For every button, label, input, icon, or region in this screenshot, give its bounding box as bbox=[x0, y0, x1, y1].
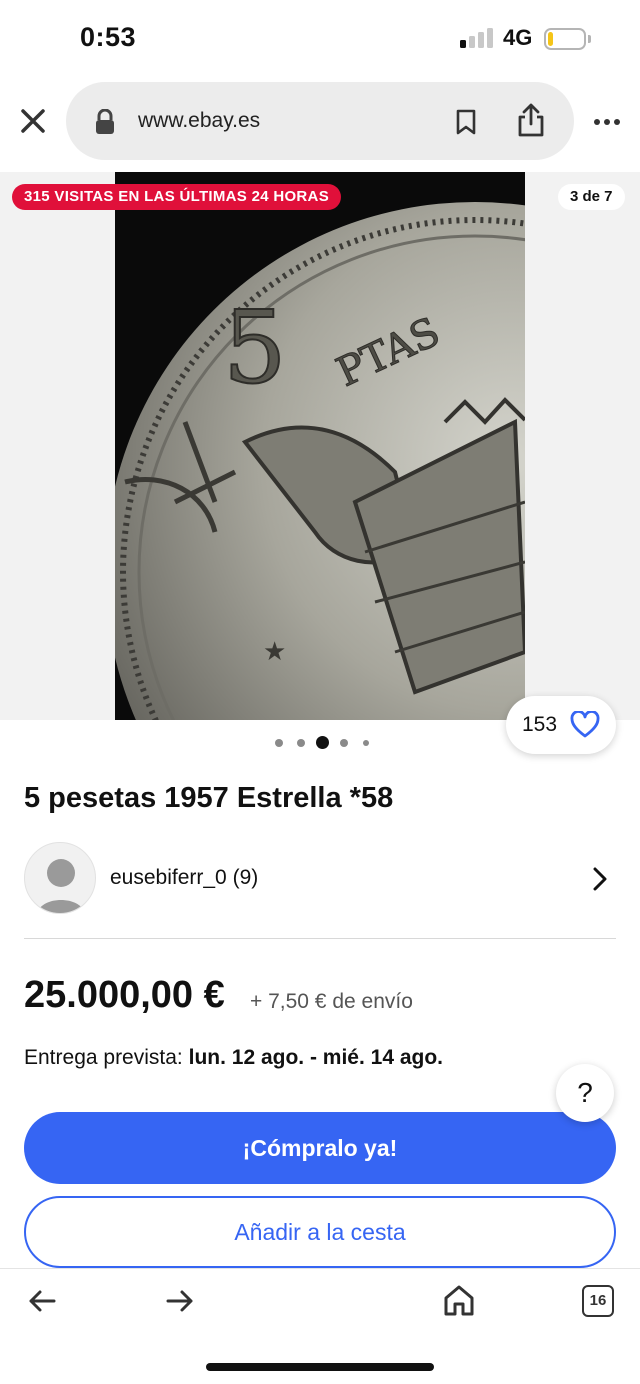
signal-icon bbox=[460, 28, 494, 48]
tabs-count-button[interactable]: 16 bbox=[582, 1285, 614, 1317]
add-to-cart-button[interactable]: Añadir a la cesta bbox=[24, 1196, 616, 1268]
share-icon[interactable] bbox=[516, 102, 546, 138]
back-arrow-icon[interactable] bbox=[28, 1289, 56, 1313]
status-time: 0:53 bbox=[80, 22, 137, 52]
battery-cap bbox=[588, 35, 591, 43]
shipping-cost: + 7,50 € de envío bbox=[250, 990, 413, 1013]
delivery-dates: lun. 12 ago. - mié. 14 ago. bbox=[188, 1046, 444, 1069]
bookmark-icon[interactable] bbox=[454, 108, 478, 136]
pagination-dot bbox=[275, 739, 283, 747]
more-options-icon[interactable] bbox=[592, 112, 622, 132]
browser-bar: www.ebay.es bbox=[0, 82, 640, 162]
coin-image[interactable]: 5 PTAS ★ bbox=[115, 172, 525, 720]
listing-title: 5 pesetas 1957 Estrella *58 bbox=[24, 782, 394, 814]
price: 25.000,00 € bbox=[24, 974, 225, 1016]
status-bar: 0:53 4G bbox=[0, 0, 640, 76]
gallery-pagination bbox=[272, 736, 382, 750]
buy-now-button[interactable]: ¡Cómpralo ya! bbox=[24, 1112, 616, 1184]
lock-icon bbox=[94, 108, 116, 135]
battery-icon bbox=[544, 28, 586, 50]
delivery-label: Entrega prevista: bbox=[24, 1046, 183, 1069]
avatar bbox=[24, 842, 96, 914]
help-button[interactable]: ? bbox=[556, 1064, 614, 1122]
heart-icon bbox=[570, 710, 600, 739]
close-icon[interactable] bbox=[16, 104, 50, 138]
delivery-estimate: Entrega prevista: lun. 12 ago. - mié. 14… bbox=[24, 1046, 443, 1070]
pagination-dot bbox=[297, 739, 305, 747]
seller-name: eusebiferr_0 (9) bbox=[110, 866, 259, 889]
address-bar[interactable]: www.ebay.es bbox=[66, 82, 574, 160]
svg-text:★: ★ bbox=[263, 636, 286, 666]
watch-button[interactable]: 153 bbox=[506, 696, 616, 754]
pagination-dot bbox=[363, 740, 369, 746]
watchers-count: 153 bbox=[522, 713, 558, 736]
forward-arrow-icon[interactable] bbox=[166, 1289, 194, 1313]
chevron-right-icon bbox=[590, 866, 610, 892]
coin-denomination: 5 bbox=[223, 289, 287, 406]
visits-badge: 315 VISITAS EN LAS ÚLTIMAS 24 HORAS bbox=[12, 184, 341, 210]
divider bbox=[24, 938, 616, 939]
pagination-dot-active bbox=[316, 736, 329, 749]
image-counter: 3 de 7 bbox=[558, 184, 625, 210]
seller-row[interactable]: eusebiferr_0 (9) bbox=[24, 842, 616, 914]
pagination-dot bbox=[340, 739, 348, 747]
network-type: 4G bbox=[503, 25, 533, 50]
url-text: www.ebay.es bbox=[138, 109, 261, 132]
home-icon[interactable] bbox=[442, 1283, 476, 1317]
image-gallery[interactable]: 5 PTAS ★ 315 VISITAS EN LAS ÚLTIMAS 24 H… bbox=[0, 172, 640, 720]
home-indicator bbox=[206, 1363, 434, 1371]
